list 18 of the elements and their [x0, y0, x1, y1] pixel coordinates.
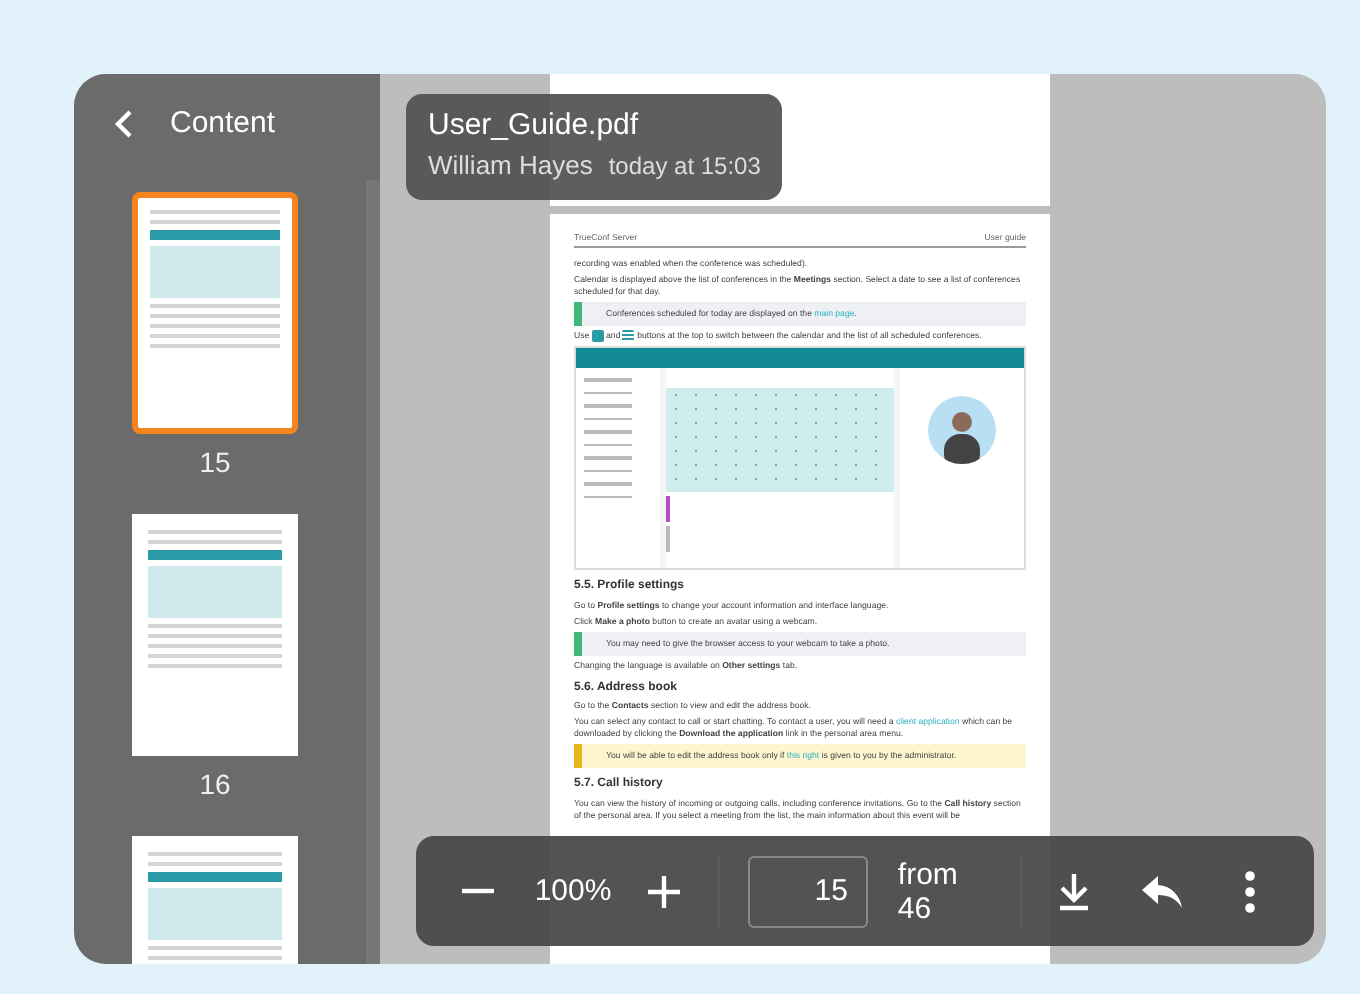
page-number-field[interactable]: 15: [747, 855, 868, 927]
sidebar-title: Content: [170, 106, 276, 140]
page-number-label: 16: [199, 768, 231, 800]
download-icon: [1056, 871, 1092, 911]
minus-icon: [459, 888, 496, 894]
page-thumbnail[interactable]: [132, 192, 298, 434]
timestamp: today at 15:03: [608, 152, 761, 180]
zoom-level-text: 100%: [534, 874, 612, 908]
calendar-icon: [591, 330, 604, 343]
file-name: User_Guide.pdf: [428, 108, 641, 142]
page-number-label: 15: [199, 446, 231, 478]
plus-icon: [646, 873, 683, 909]
reply-icon: [1140, 873, 1184, 909]
author-name: William Hayes: [428, 150, 593, 180]
more-icon: [1244, 869, 1256, 913]
back-icon[interactable]: [114, 109, 134, 137]
page-thumbnail[interactable]: [132, 514, 298, 756]
page-count-text: from 46: [897, 857, 960, 925]
